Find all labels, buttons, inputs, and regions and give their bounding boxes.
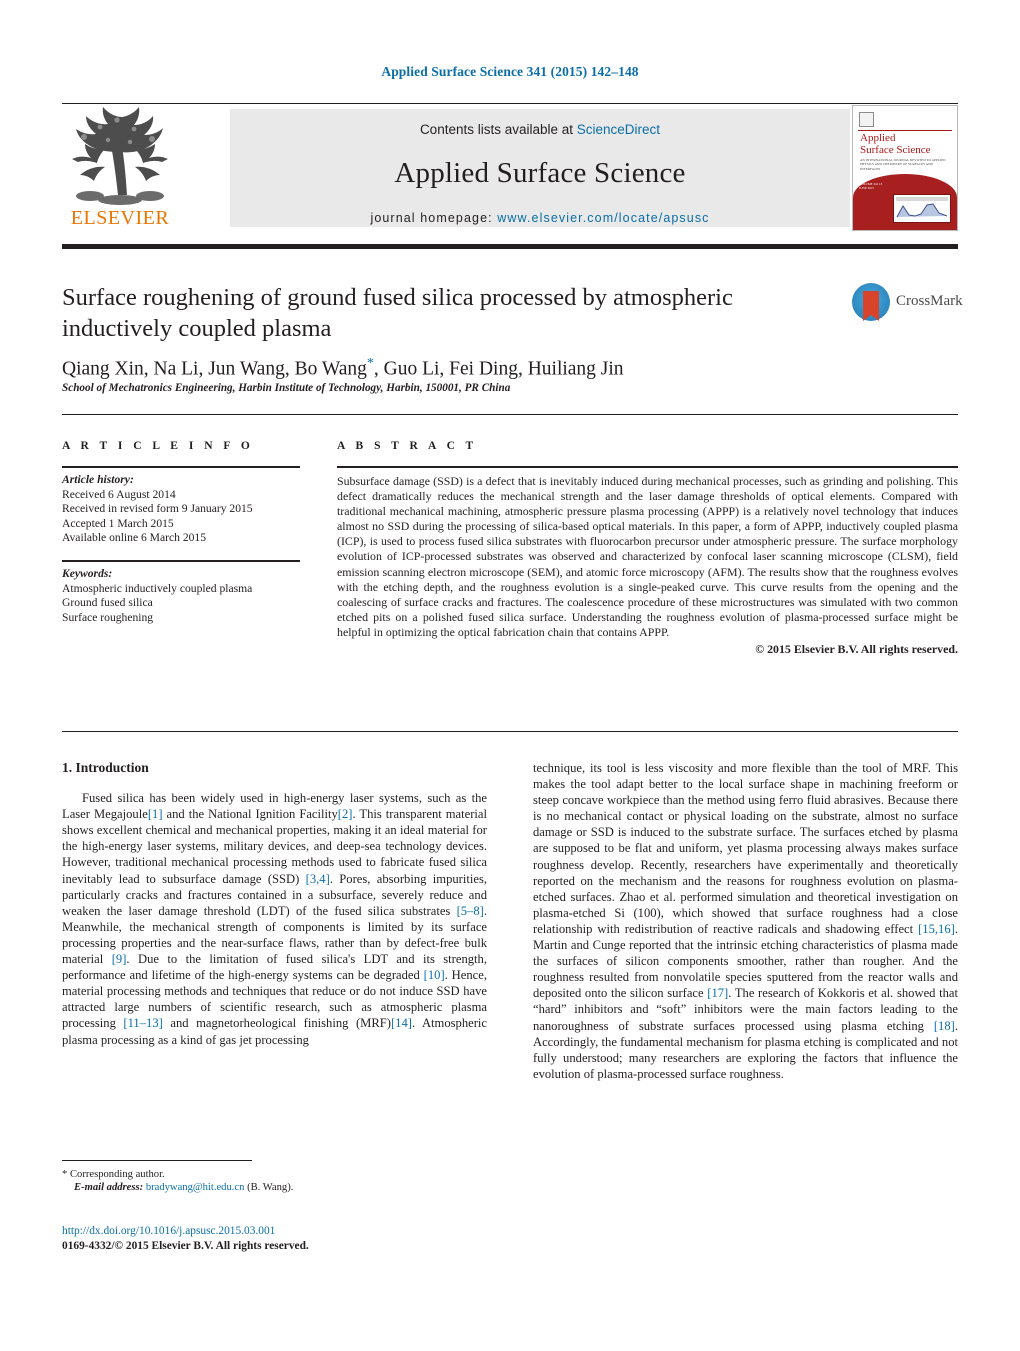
citation-14[interactable]: [14]: [391, 1016, 412, 1030]
abstract-column: Subsurface damage (SSD) is a defect that…: [337, 466, 958, 657]
masthead-top-rule: [62, 103, 958, 104]
issn-copyright-line: 0169-4332/© 2015 Elsevier B.V. All right…: [62, 1240, 309, 1252]
info-rule-top: [62, 466, 300, 468]
intro-paragraph-right: technique, its tool is less viscosity an…: [533, 760, 958, 1082]
body-column-right: technique, its tool is less viscosity an…: [533, 760, 958, 1082]
footnote-rule: [62, 1160, 252, 1161]
body-column-left: 1. Introduction Fused silica has been wi…: [62, 760, 487, 1048]
email-line: E-mail address: bradywang@hit.edu.cn (B.…: [62, 1181, 492, 1194]
citation-1[interactable]: [1]: [148, 807, 163, 821]
citation-2[interactable]: [2]: [338, 807, 353, 821]
crossmark-label: CrossMark: [896, 293, 963, 309]
keywords-block: Keywords: Atmospheric inductively couple…: [62, 567, 302, 625]
elsevier-tree-icon: [72, 107, 168, 205]
crossmark-circle-icon: [852, 283, 890, 321]
keywords-label: Keywords:: [62, 566, 113, 580]
citation-15-16[interactable]: [15,16]: [918, 922, 955, 936]
citation-9[interactable]: [9]: [112, 952, 127, 966]
paper-page: Applied Surface Science 341 (2015) 142–1…: [0, 0, 1020, 1351]
journal-band: Contents lists available at ScienceDirec…: [230, 109, 850, 227]
history-online: Available online 6 March 2015: [62, 531, 207, 545]
info-rule-middle: [62, 559, 300, 562]
article-history-label: Article history:: [62, 473, 134, 486]
corresponding-author-marker: *: [366, 356, 374, 371]
keyword-item: Ground fused silica: [62, 596, 153, 610]
affiliation: School of Mechatronics Engineering, Harb…: [62, 382, 511, 394]
cover-logo-badge: [859, 112, 874, 127]
footnote-asterisk: *: [62, 1169, 68, 1180]
body-top-rule: [62, 731, 958, 732]
email-owner: (B. Wang).: [247, 1182, 294, 1194]
crossmark-badge[interactable]: CrossMark: [852, 281, 963, 325]
journal-cover-thumbnail: Applied Surface Science AN INTERNATIONAL…: [852, 105, 958, 231]
cover-title: Applied Surface Science: [860, 132, 952, 156]
journal-cover-art: Applied Surface Science AN INTERNATIONAL…: [853, 106, 957, 230]
intro-left-h: and magnetorheological finishing (MRF): [162, 1016, 391, 1031]
title-top-rule: [62, 244, 958, 249]
corresponding-author-text: Corresponding author.: [69, 1169, 165, 1180]
keyword-item: Surface roughening: [62, 610, 154, 624]
abstract-rule-top: [337, 466, 958, 468]
abstract-text: Subsurface damage (SSD) is a defect that…: [337, 474, 958, 639]
cover-figure-plot-icon: [896, 203, 948, 218]
crossmark-bookmark-icon: [863, 291, 879, 321]
cover-title-line1: Applied: [860, 132, 896, 144]
intro-paragraph-left: Fused silica has been widely used in hig…: [62, 790, 487, 1048]
email-label: E-mail address:: [74, 1182, 144, 1194]
contents-available-line: Contents lists available at ScienceDirec…: [230, 122, 850, 137]
abstract-copyright: © 2015 Elsevier B.V. All rights reserved…: [755, 642, 958, 657]
elsevier-wordmark: ELSEVIER: [70, 207, 170, 229]
cover-title-line2: Surface Science: [860, 143, 931, 156]
homepage-label: journal homepage:: [370, 211, 493, 225]
history-received: Received 6 August 2014: [62, 487, 176, 501]
article-info-heading: A R T I C L E I N F O: [62, 440, 254, 452]
elsevier-logo: ELSEVIER: [62, 107, 178, 229]
author-list: Qiang Xin, Na Li, Jun Wang, Bo Wang*, Gu…: [62, 352, 842, 382]
authors-secondary: , Guo Li, Fei Ding, Huiliang Jin: [373, 358, 624, 380]
citation-3-4[interactable]: [3,4]: [306, 872, 330, 886]
running-head: Applied Surface Science 341 (2015) 142–1…: [381, 64, 639, 79]
corresponding-author-note: * Corresponding author.: [62, 1168, 492, 1181]
intro-left-b: and the National Ignition Facility: [162, 807, 338, 822]
email-link[interactable]: bradywang@hit.edu.cn: [146, 1182, 245, 1193]
citation-17[interactable]: [17]: [707, 986, 728, 1000]
journal-homepage-line: journal homepage: www.elsevier.com/locat…: [230, 211, 850, 225]
intro-right-a: technique, its tool is less viscosity an…: [533, 761, 958, 936]
cover-subtitle: AN INTERNATIONAL JOURNAL DEVOTED TO APPL…: [860, 158, 946, 171]
cover-figure-inset: [893, 194, 951, 223]
info-section-top-rule: [62, 414, 958, 415]
footnote-block: * Corresponding author. E-mail address: …: [62, 1168, 492, 1195]
section-heading-introduction: 1. Introduction: [62, 760, 149, 775]
journal-title: Applied Surface Science: [394, 157, 686, 189]
citation-18[interactable]: [18]: [934, 1019, 955, 1033]
doi-block: http://dx.doi.org/10.1016/j.apsusc.2015.…: [62, 1224, 562, 1254]
sciencedirect-link[interactable]: ScienceDirect: [577, 122, 660, 137]
citation-11-13[interactable]: [11–13]: [123, 1016, 162, 1030]
doi-link[interactable]: http://dx.doi.org/10.1016/j.apsusc.2015.…: [62, 1224, 562, 1239]
page-title: Surface roughening of ground fused silic…: [62, 284, 733, 342]
citation-5-8[interactable]: [5–8]: [457, 904, 484, 918]
article-history-block: Article history: Received 6 August 2014 …: [62, 473, 302, 546]
contents-prefix: Contents lists available at: [419, 122, 577, 137]
authors-primary: Qiang Xin, Na Li, Jun Wang, Bo Wang: [62, 358, 367, 380]
homepage-url-link[interactable]: www.elsevier.com/locate/apsusc: [497, 211, 709, 225]
history-revised: Received in revised form 9 January 2015: [62, 502, 253, 516]
keyword-item: Atmospheric inductively coupled plasma: [62, 581, 253, 595]
cover-top-rule: [858, 130, 952, 131]
abstract-heading: A B S T R A C T: [337, 440, 478, 452]
history-accepted: Accepted 1 March 2015: [62, 516, 174, 530]
journal-masthead: ELSEVIER Contents lists available at Sci…: [62, 103, 958, 231]
citation-10[interactable]: [10]: [424, 968, 445, 982]
article-info-column: Article history: Received 6 August 2014 …: [62, 466, 302, 625]
cover-contents-list: VOLUME 341 15 JUNE 2015: [859, 182, 883, 191]
